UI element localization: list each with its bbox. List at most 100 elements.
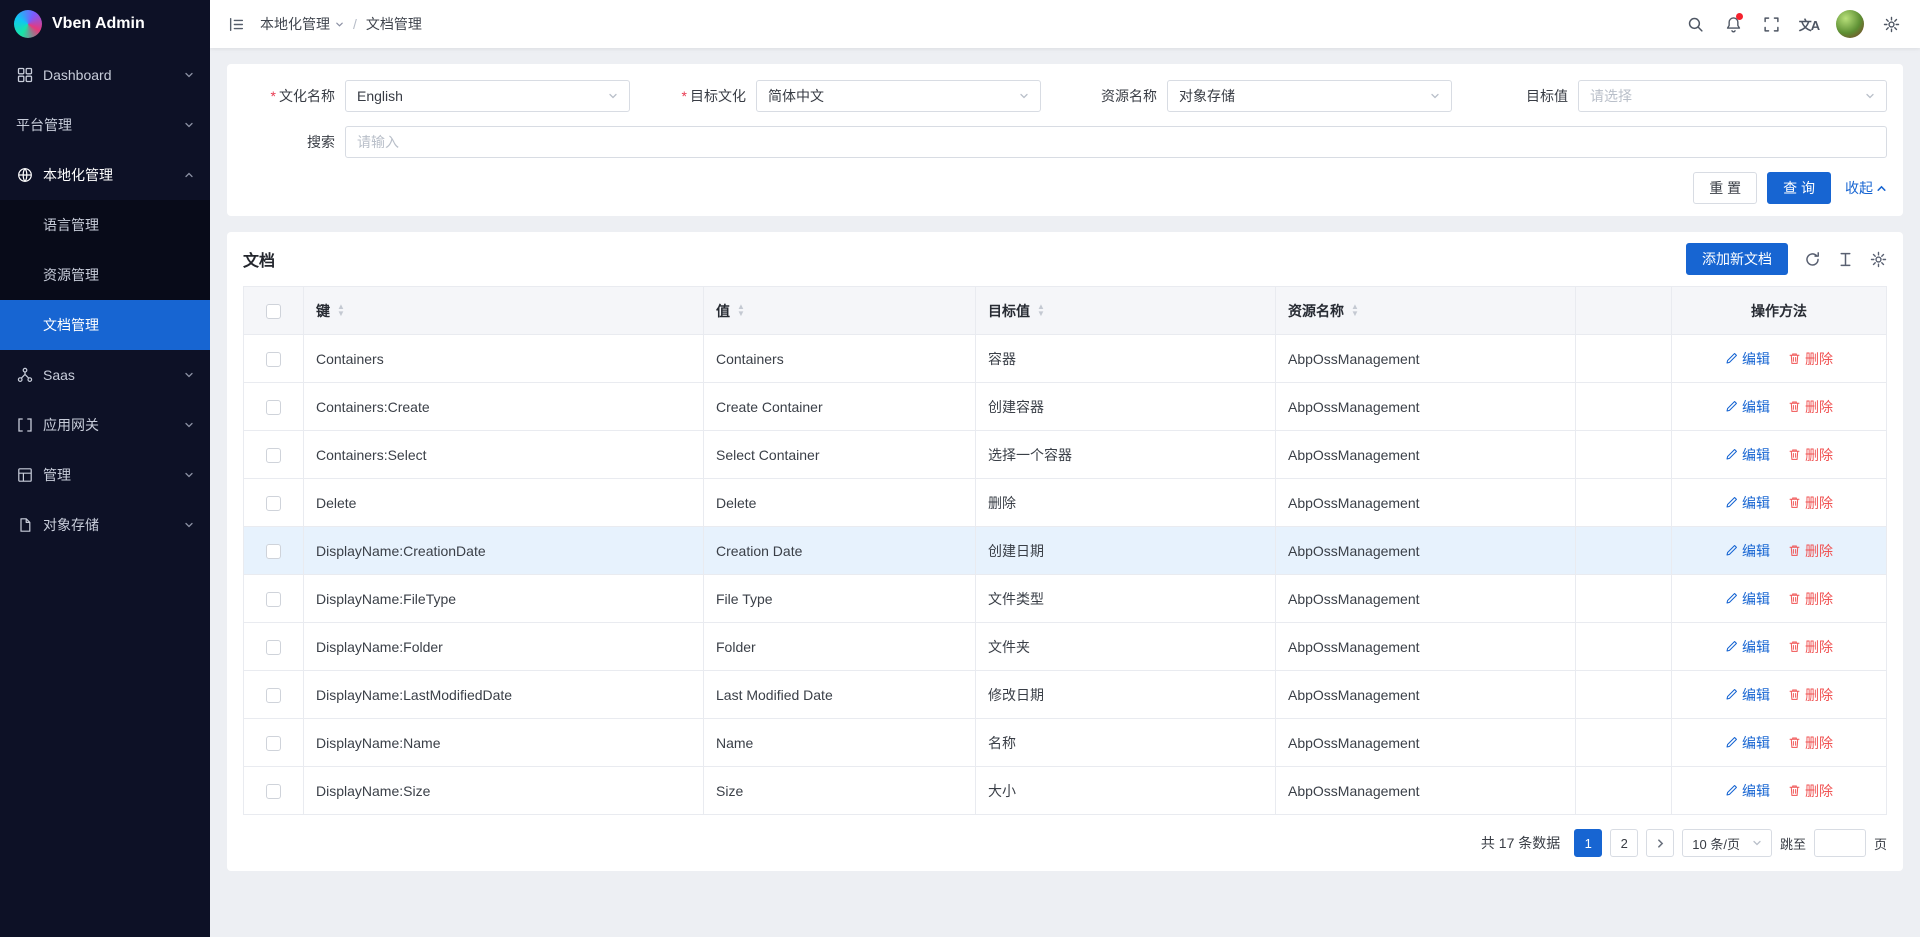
sidebar-subitem-language[interactable]: 语言管理 (0, 200, 210, 250)
sidebar-item-saas[interactable]: Saas (0, 350, 210, 400)
column-settings-gear-icon[interactable] (1870, 251, 1887, 268)
sort-icons[interactable]: ▲▼ (1351, 304, 1359, 318)
cell-empty (1576, 431, 1672, 479)
next-page-button[interactable] (1646, 829, 1674, 857)
row-checkbox[interactable] (266, 448, 281, 463)
table-row-highlighted[interactable]: DisplayName:CreationDate Creation Date 创… (244, 527, 1887, 575)
breadcrumb-parent[interactable]: 本地化管理 (260, 14, 344, 34)
delete-button[interactable]: 删除 (1788, 349, 1833, 369)
translate-icon[interactable]: 文A (1790, 0, 1828, 48)
delete-button[interactable]: 删除 (1788, 445, 1833, 465)
query-button[interactable]: 查 询 (1767, 172, 1831, 204)
page-size-select[interactable]: 10 条/页 (1682, 829, 1772, 857)
add-document-button[interactable]: 添加新文档 (1686, 243, 1788, 275)
row-checkbox[interactable] (266, 592, 281, 607)
sort-icons[interactable]: ▲▼ (1037, 304, 1045, 318)
table-row[interactable]: DisplayName:Size Size 大小 AbpOssManagemen… (244, 767, 1887, 815)
refresh-icon[interactable] (1804, 251, 1821, 268)
delete-button[interactable]: 删除 (1788, 589, 1833, 609)
cell-resource: AbpOssManagement (1276, 671, 1576, 719)
logo[interactable]: Vben Admin (0, 0, 210, 48)
gateway-icon (16, 417, 33, 434)
sidebar-item-gateway[interactable]: 应用网关 (0, 400, 210, 450)
sidebar-subitem-resource[interactable]: 资源管理 (0, 250, 210, 300)
row-checkbox[interactable] (266, 736, 281, 751)
chevron-down-icon (184, 120, 194, 130)
table-row[interactable]: DisplayName:Folder Folder 文件夹 AbpOssMana… (244, 623, 1887, 671)
sidebar-item-dashboard[interactable]: Dashboard (0, 50, 210, 100)
page-button-2[interactable]: 2 (1610, 829, 1638, 857)
resource-label: 资源名称 (1065, 86, 1157, 106)
row-checkbox[interactable] (266, 496, 281, 511)
delete-button[interactable]: 删除 (1788, 541, 1833, 561)
table-row[interactable]: DisplayName:LastModifiedDate Last Modifi… (244, 671, 1887, 719)
fullscreen-icon[interactable] (1752, 0, 1790, 48)
breadcrumb: 本地化管理 / 文档管理 (260, 14, 422, 34)
target-culture-select-value: 简体中文 (768, 86, 1013, 106)
cell-resource: AbpOssManagement (1276, 719, 1576, 767)
sidebar-item-label: 应用网关 (43, 415, 176, 435)
edit-button[interactable]: 编辑 (1725, 397, 1770, 417)
delete-button[interactable]: 删除 (1788, 397, 1833, 417)
edit-button[interactable]: 编辑 (1725, 349, 1770, 369)
edit-button[interactable]: 编辑 (1725, 685, 1770, 705)
edit-button[interactable]: 编辑 (1725, 541, 1770, 561)
table-row[interactable]: Containers:Create Create Container 创建容器 … (244, 383, 1887, 431)
delete-button[interactable]: 删除 (1788, 493, 1833, 513)
column-header-resource[interactable]: 资源名称▲▼ (1276, 287, 1576, 335)
row-checkbox[interactable] (266, 640, 281, 655)
culture-select[interactable]: English (345, 80, 630, 112)
required-mark: * (682, 88, 687, 104)
edit-button[interactable]: 编辑 (1725, 781, 1770, 801)
collapse-filter-link[interactable]: 收起 (1845, 178, 1887, 198)
row-checkbox[interactable] (266, 400, 281, 415)
settings-gear-icon[interactable] (1872, 0, 1910, 48)
row-height-icon[interactable] (1837, 251, 1854, 268)
delete-button[interactable]: 删除 (1788, 685, 1833, 705)
row-checkbox[interactable] (266, 784, 281, 799)
delete-button[interactable]: 删除 (1788, 637, 1833, 657)
sidebar-item-storage[interactable]: 对象存储 (0, 500, 210, 550)
collapse-label: 收起 (1845, 178, 1873, 198)
column-header-target[interactable]: 目标值▲▼ (976, 287, 1276, 335)
reset-button[interactable]: 重 置 (1693, 172, 1757, 204)
row-checkbox[interactable] (266, 544, 281, 559)
cell-empty (1576, 335, 1672, 383)
row-checkbox[interactable] (266, 688, 281, 703)
row-checkbox[interactable] (266, 352, 281, 367)
search-input[interactable] (345, 126, 1887, 158)
table-row[interactable]: Delete Delete 删除 AbpOssManagement 编辑删除 (244, 479, 1887, 527)
delete-button[interactable]: 删除 (1788, 733, 1833, 753)
resource-select[interactable]: 对象存储 (1167, 80, 1452, 112)
sort-icons[interactable]: ▲▼ (737, 304, 745, 318)
cell-value: Create Container (704, 383, 976, 431)
column-header-value[interactable]: 值▲▼ (704, 287, 976, 335)
table-row[interactable]: Containers:Select Select Container 选择一个容… (244, 431, 1887, 479)
table-row[interactable]: DisplayName:Name Name 名称 AbpOssManagemen… (244, 719, 1887, 767)
page-button-1[interactable]: 1 (1574, 829, 1602, 857)
select-all-checkbox[interactable] (266, 304, 281, 319)
target-culture-select[interactable]: 简体中文 (756, 80, 1041, 112)
edit-button[interactable]: 编辑 (1725, 589, 1770, 609)
sidebar-item-localization[interactable]: 本地化管理 (0, 150, 210, 200)
table-row[interactable]: Containers Containers 容器 AbpOssManagemen… (244, 335, 1887, 383)
jump-page-input[interactable] (1814, 829, 1866, 857)
sort-icons[interactable]: ▲▼ (337, 304, 345, 318)
cell-target: 大小 (976, 767, 1276, 815)
column-header-key[interactable]: 键▲▼ (304, 287, 704, 335)
edit-button[interactable]: 编辑 (1725, 445, 1770, 465)
table-row[interactable]: DisplayName:FileType File Type 文件类型 AbpO… (244, 575, 1887, 623)
target-value-select[interactable]: 请选择 (1578, 80, 1887, 112)
avatar[interactable] (1836, 10, 1864, 38)
sidebar-subitem-document[interactable]: 文档管理 (0, 300, 210, 350)
search-icon[interactable] (1676, 0, 1714, 48)
edit-button[interactable]: 编辑 (1725, 493, 1770, 513)
delete-button[interactable]: 删除 (1788, 781, 1833, 801)
sidebar-item-platform[interactable]: 平台管理 (0, 100, 210, 150)
edit-button[interactable]: 编辑 (1725, 637, 1770, 657)
sidebar-collapse-button[interactable] (216, 0, 256, 48)
cell-key: DisplayName:Name (304, 719, 704, 767)
edit-button[interactable]: 编辑 (1725, 733, 1770, 753)
sidebar-item-management[interactable]: 管理 (0, 450, 210, 500)
bell-icon[interactable] (1714, 0, 1752, 48)
